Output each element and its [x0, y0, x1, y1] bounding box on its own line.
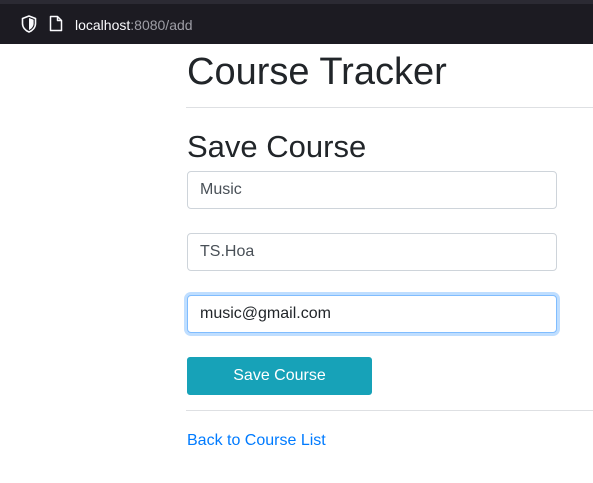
page-icon[interactable] — [49, 15, 63, 32]
app-title: Course Tracker — [187, 51, 447, 93]
address-bar-url[interactable]: localhost:8080/add — [75, 16, 193, 34]
shield-icon[interactable] — [21, 15, 37, 33]
browser-toolbar: localhost:8080/add — [0, 0, 593, 44]
header-divider — [186, 107, 593, 108]
save-course-button[interactable]: Save Course — [187, 357, 372, 395]
form-title: Save Course — [187, 129, 367, 164]
back-to-course-list-link[interactable]: Back to Course List — [187, 431, 326, 451]
footer-divider — [186, 410, 593, 411]
email-input[interactable] — [187, 295, 557, 333]
instructor-input[interactable] — [187, 233, 557, 271]
url-path: :8080/add — [130, 17, 193, 33]
url-host: localhost — [75, 17, 131, 33]
course-name-input[interactable] — [187, 171, 557, 209]
